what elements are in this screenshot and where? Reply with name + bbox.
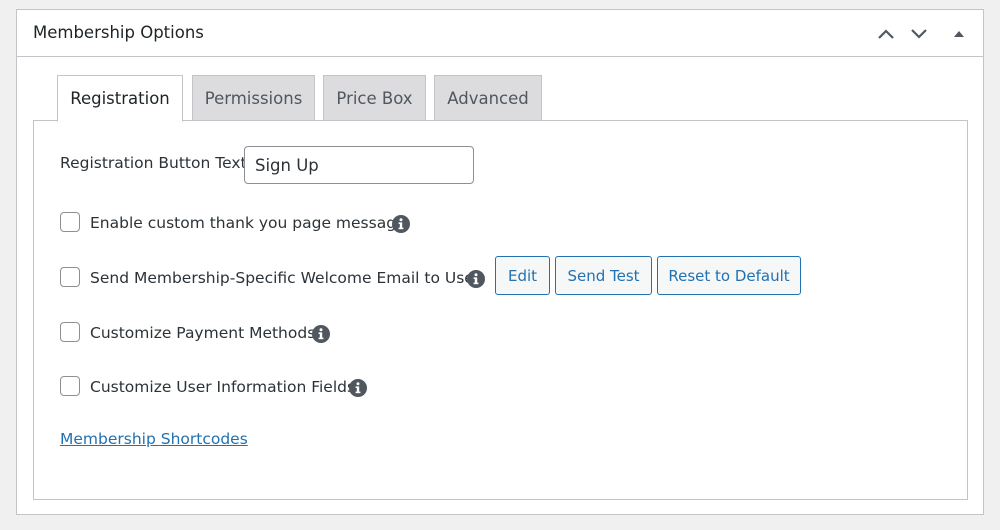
registration-button-text-label: Registration Button Text: <box>60 154 252 172</box>
move-down-button[interactable] <box>906 21 932 47</box>
customize-user-fields-checkbox[interactable] <box>60 376 80 396</box>
registration-button-text-input[interactable] <box>244 146 474 184</box>
customize-payment-methods-label: Customize Payment Methods <box>90 324 316 342</box>
enable-thank-you-message-label: Enable custom thank you page message <box>90 214 406 232</box>
membership-options-metabox: Membership Options Registration Permissi… <box>16 9 984 515</box>
tab-label: Advanced <box>447 88 529 108</box>
membership-shortcodes-link[interactable]: Membership Shortcodes <box>60 430 248 448</box>
customize-payment-methods-checkbox[interactable] <box>60 322 80 342</box>
toggle-panel-button[interactable] <box>946 21 972 47</box>
metabox-title: Membership Options <box>33 23 204 42</box>
info-icon[interactable] <box>349 379 367 397</box>
send-test-button[interactable]: Send Test <box>555 256 652 295</box>
registration-panel: Registration Button Text: Enable custom … <box>33 120 968 500</box>
edit-email-button[interactable]: Edit <box>495 256 550 295</box>
chevron-down-icon <box>911 29 927 39</box>
tab-label: Price Box <box>336 88 413 108</box>
tab-label: Registration <box>70 89 170 108</box>
tab-registration[interactable]: Registration <box>57 75 183 122</box>
info-icon[interactable] <box>312 325 330 343</box>
info-icon[interactable] <box>467 270 485 288</box>
tab-permissions[interactable]: Permissions <box>192 75 315 121</box>
chevron-up-icon <box>878 29 894 39</box>
metabox-header: Membership Options <box>17 10 983 57</box>
reset-to-default-button[interactable]: Reset to Default <box>657 256 801 295</box>
enable-thank-you-message-checkbox[interactable] <box>60 212 80 232</box>
tab-price-box[interactable]: Price Box <box>323 75 426 121</box>
triangle-up-icon <box>954 31 964 37</box>
welcome-email-label: Send Membership-Specific Welcome Email t… <box>90 269 481 287</box>
customize-user-fields-label: Customize User Information Fields <box>90 378 356 396</box>
tab-advanced[interactable]: Advanced <box>434 75 542 121</box>
info-icon[interactable] <box>392 215 410 233</box>
tab-label: Permissions <box>204 88 303 108</box>
move-up-button[interactable] <box>873 21 899 47</box>
welcome-email-checkbox[interactable] <box>60 267 80 287</box>
